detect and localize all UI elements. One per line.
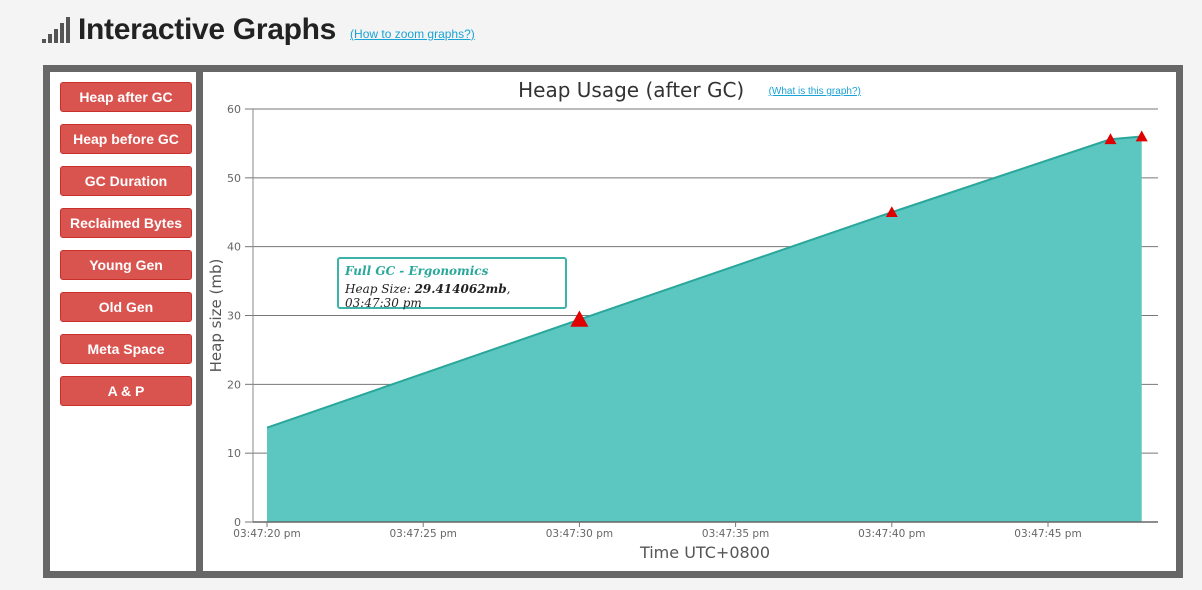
- data-point-tooltip: Full GC - Ergonomics Heap Size: 29.41406…: [337, 257, 567, 310]
- x-tick-label: 03:47:45 pm: [1014, 528, 1081, 540]
- chart-panel: Heap Usage (after GC) (What is this grap…: [203, 72, 1176, 571]
- tooltip-prefix: Heap Size:: [345, 282, 415, 296]
- old-gen-button[interactable]: Old Gen: [60, 292, 192, 322]
- y-tick-label: 60: [227, 103, 241, 116]
- meta-space-button[interactable]: Meta Space: [60, 334, 192, 364]
- y-tick-label: 30: [227, 310, 241, 323]
- x-tick-label: 03:47:25 pm: [390, 528, 457, 540]
- young-gen-button[interactable]: Young Gen: [60, 250, 192, 280]
- graph-selector-sidebar: Heap after GC Heap before GC GC Duration…: [50, 72, 196, 571]
- y-tick-label: 50: [227, 172, 241, 185]
- a-and-p-button[interactable]: A & P: [60, 376, 192, 406]
- x-tick-label: 03:47:35 pm: [702, 528, 769, 540]
- tooltip-value: 29.414062mb: [414, 282, 507, 296]
- signal-bars-icon: [42, 17, 70, 43]
- page: Interactive Graphs (How to zoom graphs?)…: [0, 0, 1202, 590]
- y-tick-label: 40: [227, 241, 241, 254]
- gc-duration-button[interactable]: GC Duration: [60, 166, 192, 196]
- heap-usage-chart[interactable]: 010203040506003:47:20 pm 03:47:25 pm 03:47…: [203, 72, 1176, 571]
- y-axis-title: Heap size (mb): [207, 259, 225, 373]
- x-tick-label: 03:47:20 pm: [233, 528, 300, 540]
- y-tick-label: 10: [227, 447, 241, 460]
- y-tick-label: 20: [227, 378, 241, 391]
- header: Interactive Graphs (How to zoom graphs?): [42, 10, 475, 50]
- graph-frame: Heap after GC Heap before GC GC Duration…: [43, 65, 1183, 578]
- heap-before-gc-button[interactable]: Heap before GC: [60, 124, 192, 154]
- series-area: [267, 136, 1142, 522]
- x-tick-label: 03:47:40 pm: [858, 528, 925, 540]
- zoom-help-link[interactable]: (How to zoom graphs?): [350, 27, 475, 41]
- reclaimed-bytes-button[interactable]: Reclaimed Bytes: [60, 208, 192, 238]
- x-axis-title: Time UTC+0800: [639, 543, 770, 562]
- x-tick-label: 03:47:30 pm: [546, 528, 613, 540]
- heap-after-gc-button[interactable]: Heap after GC: [60, 82, 192, 112]
- tooltip-title: Full GC - Ergonomics: [345, 264, 489, 278]
- tooltip-body: Heap Size: 29.414062mb, 03:47:30 pm: [345, 282, 559, 310]
- page-title: Interactive Graphs: [78, 13, 337, 46]
